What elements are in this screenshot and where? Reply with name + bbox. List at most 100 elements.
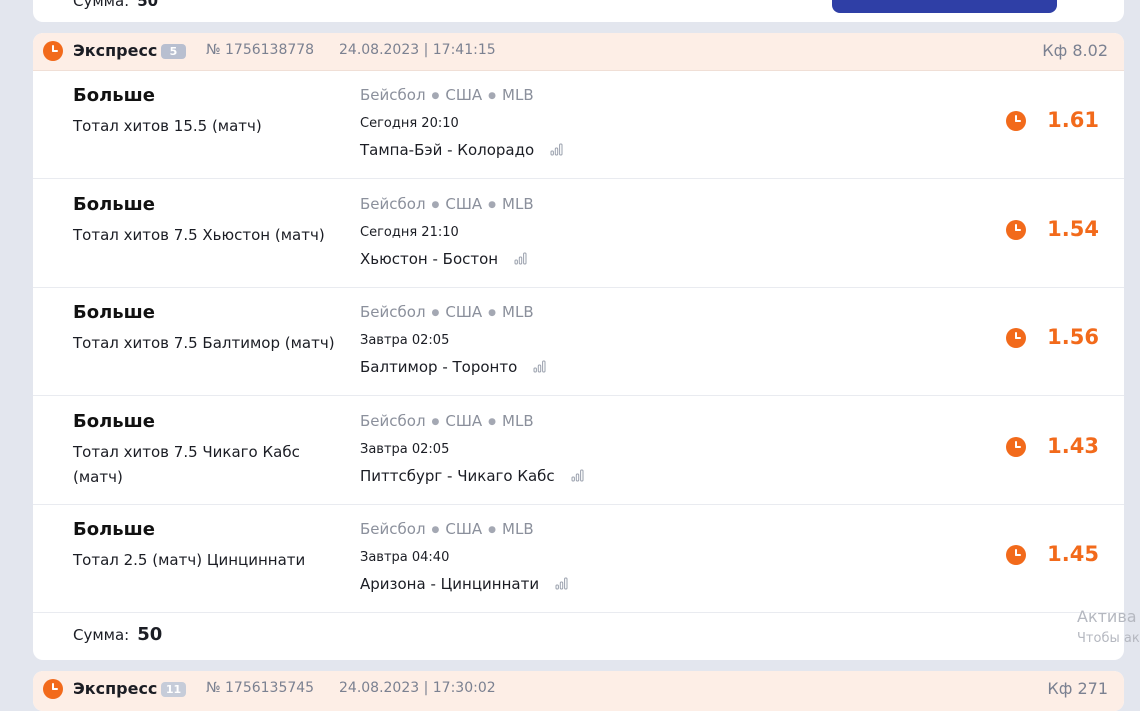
event-match: Питтсбург - Чикаго Кабс bbox=[360, 467, 585, 485]
bet-row: Больше Тотал хитов 7.5 Чикаго Кабс (матч… bbox=[33, 396, 1124, 505]
next-total-coefficient: Кф 271 bbox=[1047, 679, 1108, 698]
bet-outcome: Больше bbox=[73, 410, 155, 432]
bet-row: Больше Тотал хитов 7.5 Хьюстон (матч) Бе… bbox=[33, 179, 1124, 288]
clock-icon bbox=[1006, 219, 1026, 240]
events-count-badge: 5 bbox=[161, 44, 186, 59]
league-name: MLB bbox=[502, 411, 534, 430]
separator-dot: ● bbox=[488, 525, 497, 536]
next-bet-type: Экспресс bbox=[73, 679, 158, 698]
next-bet-header: Экспресс 11 № 1756135745 24.08.2023 | 17… bbox=[33, 671, 1124, 711]
separator-dot: ● bbox=[431, 91, 440, 101]
sport-name: Бейсбол bbox=[360, 520, 426, 539]
bet-odds: 1.56 bbox=[1047, 325, 1099, 350]
bet-sport-line: Бейсбол ● США ● MLB bbox=[360, 412, 534, 430]
event-match: Аризона - Цинциннати bbox=[360, 575, 569, 593]
clock-icon bbox=[43, 679, 63, 699]
bet-type: Экспресс bbox=[73, 41, 158, 60]
bet-outcome: Больше bbox=[73, 519, 155, 541]
clock-icon bbox=[1006, 436, 1026, 457]
match-teams[interactable]: Аризона - Цинциннати bbox=[360, 575, 539, 593]
separator-dot: ● bbox=[488, 91, 497, 101]
stats-icon[interactable] bbox=[550, 142, 564, 156]
next-events-count-badge: 11 bbox=[161, 682, 186, 697]
next-bet-number: № 1756135745 bbox=[206, 680, 315, 696]
event-time: Завтра 02:05 bbox=[360, 441, 450, 457]
previous-sum-value: 50 bbox=[137, 0, 159, 10]
sum-label: Сумма: bbox=[73, 626, 130, 644]
next-bet-datetime: 24.08.2023 | 17:30:02 bbox=[339, 680, 496, 696]
bet-datetime: 24.08.2023 | 17:41:15 bbox=[339, 42, 496, 58]
bet-outcome: Больше bbox=[73, 193, 155, 215]
previous-bet-card: Сумма: 50 bbox=[33, 0, 1124, 22]
separator-dot: ● bbox=[431, 416, 440, 427]
separator-dot: ● bbox=[431, 308, 440, 319]
match-teams[interactable]: Питтсбург - Чикаго Кабс bbox=[360, 467, 555, 485]
separator-dot: ● bbox=[488, 416, 497, 427]
league-name: MLB bbox=[502, 520, 534, 539]
separator-dot: ● bbox=[431, 199, 440, 210]
bet-outcome: Больше bbox=[73, 85, 155, 106]
country-name: США bbox=[445, 411, 483, 430]
event-time: Завтра 02:05 bbox=[360, 333, 450, 349]
bet-sport-line: Бейсбол ● США ● MLB bbox=[360, 303, 534, 321]
league-name: MLB bbox=[502, 194, 534, 213]
bet-outcome: Больше bbox=[73, 302, 155, 324]
clock-icon bbox=[1006, 328, 1026, 349]
stats-icon[interactable] bbox=[555, 576, 569, 590]
country-name: США bbox=[445, 303, 483, 322]
express-bet-card: Экспресс 5 № 1756138778 24.08.2023 | 17:… bbox=[33, 33, 1124, 660]
clock-icon bbox=[43, 41, 63, 61]
country-name: США bbox=[445, 86, 483, 104]
bet-number: № 1756138778 bbox=[206, 42, 315, 58]
activation-watermark: Актива Чтобы ак bbox=[1077, 606, 1140, 650]
previous-sum: Сумма: 50 bbox=[73, 0, 158, 10]
bet-market: Тотал хитов 15.5 (матч) bbox=[73, 117, 262, 135]
bet-row: Больше Тотал хитов 15.5 (матч) Бейсбол ● С… bbox=[33, 70, 1124, 179]
stats-icon[interactable] bbox=[514, 251, 528, 265]
clock-icon bbox=[1006, 545, 1026, 566]
sum-value: 50 bbox=[137, 624, 163, 645]
bet-row: Больше Тотал 2.5 (матч) Цинциннати Бейсб… bbox=[33, 504, 1124, 614]
league-name: MLB bbox=[502, 86, 534, 104]
bet-header: Экспресс 5 № 1756138778 24.08.2023 | 17:… bbox=[33, 33, 1124, 71]
event-time: Сегодня 21:10 bbox=[360, 224, 459, 240]
match-teams[interactable]: Хьюстон - Бостон bbox=[360, 250, 498, 268]
bet-sport-line: Бейсбол ● США ● MLB bbox=[360, 520, 534, 538]
watermark-subtitle: Чтобы ак bbox=[1077, 631, 1140, 646]
event-match: Балтимор - Торонто bbox=[360, 358, 547, 376]
next-bet-card: Экспресс 11 № 1756135745 24.08.2023 | 17… bbox=[33, 671, 1124, 711]
bet-odds: 1.54 bbox=[1047, 216, 1099, 241]
separator-dot: ● bbox=[488, 308, 497, 319]
country-name: США bbox=[445, 520, 483, 539]
match-teams[interactable]: Тампа-Бэй - Колорадо bbox=[360, 141, 534, 159]
total-coefficient: Кф 8.02 bbox=[1042, 41, 1108, 60]
event-time: Завтра 04:40 bbox=[360, 550, 450, 566]
separator-dot: ● bbox=[488, 199, 497, 210]
bet-row: Больше Тотал хитов 7.5 Балтимор (матч) Б… bbox=[33, 287, 1124, 397]
sum-row: Сумма: 50 bbox=[73, 624, 162, 645]
sport-name: Бейсбол bbox=[360, 86, 426, 104]
bet-odds: 1.45 bbox=[1047, 542, 1099, 567]
bet-market: Тотал хитов 7.5 Чикаго Кабс (матч) bbox=[73, 442, 300, 486]
bet-market: Тотал хитов 7.5 Балтимор (матч) bbox=[73, 334, 335, 353]
clock-icon bbox=[1006, 111, 1026, 131]
bet-odds: 1.61 bbox=[1047, 108, 1099, 132]
bet-sport-line: Бейсбол ● США ● MLB bbox=[360, 86, 534, 104]
event-time: Сегодня 20:10 bbox=[360, 116, 459, 131]
previous-sum-label: Сумма: bbox=[73, 0, 130, 10]
event-match: Тампа-Бэй - Колорадо bbox=[360, 141, 564, 159]
stats-icon[interactable] bbox=[571, 468, 585, 482]
bet-market: Тотал хитов 7.5 Хьюстон (матч) bbox=[73, 225, 325, 244]
match-teams[interactable]: Балтимор - Торонто bbox=[360, 358, 517, 376]
sport-name: Бейсбол bbox=[360, 411, 426, 430]
event-match: Хьюстон - Бостон bbox=[360, 250, 528, 268]
sport-name: Бейсбол bbox=[360, 303, 426, 322]
country-name: США bbox=[445, 194, 483, 213]
watermark-title: Актива bbox=[1077, 607, 1137, 626]
previous-action-button[interactable] bbox=[832, 0, 1057, 13]
stats-icon[interactable] bbox=[533, 359, 547, 373]
separator-dot: ● bbox=[431, 525, 440, 536]
sport-name: Бейсбол bbox=[360, 194, 426, 213]
bet-sport-line: Бейсбол ● США ● MLB bbox=[360, 195, 534, 213]
league-name: MLB bbox=[502, 303, 534, 322]
